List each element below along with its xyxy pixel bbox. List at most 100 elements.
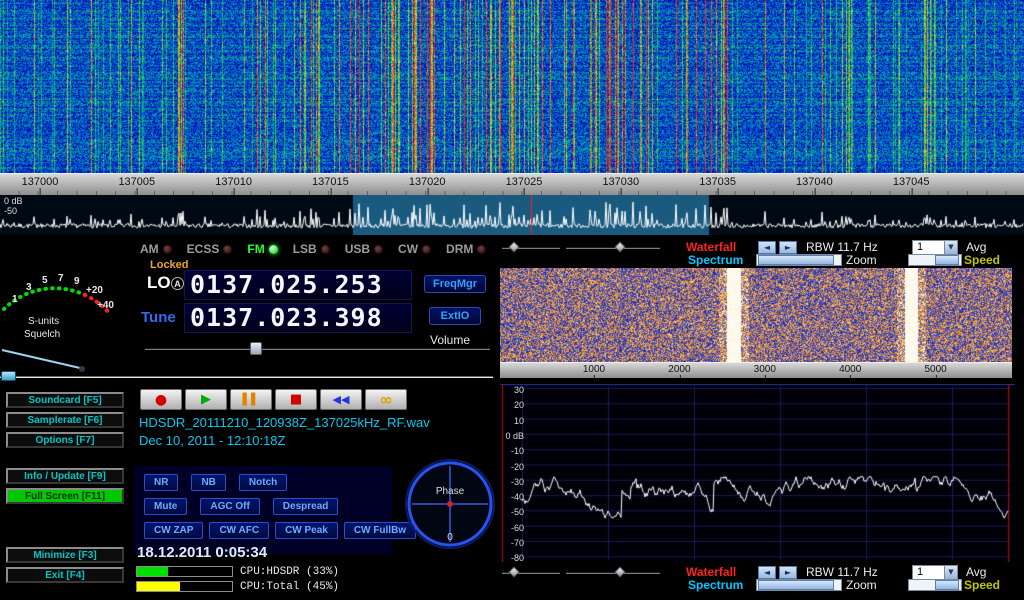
freqmgr-button[interactable]: FreqMgr — [424, 275, 486, 293]
mode-lsb-button[interactable]: LSB — [293, 242, 330, 256]
freq-tick-label: 137025 — [506, 176, 543, 188]
play-button[interactable]: ▶ — [185, 389, 227, 410]
freq-tick-label: 137035 — [699, 176, 736, 188]
brightness-slider-handle[interactable] — [508, 241, 519, 252]
phase-value: 0 — [447, 532, 453, 543]
brightness-slider-track[interactable] — [502, 571, 560, 574]
brightness-slider-track[interactable] — [502, 246, 560, 249]
avg-label: Avg — [966, 240, 986, 254]
stop-icon: ■ — [290, 393, 302, 406]
rbw-decrease-button[interactable]: ◄ — [758, 566, 776, 579]
speed-scrollbar-thumb[interactable] — [935, 580, 959, 590]
af-db-label: -50 — [500, 507, 524, 517]
zoom-scrollbar-thumb[interactable] — [758, 580, 834, 590]
volume-slider-track[interactable] — [145, 347, 490, 350]
mode-am-button[interactable]: AM — [140, 242, 172, 256]
datetime-display: 18.12.2011 0:05:34 — [137, 544, 267, 561]
cpu-total-label: CPU:Total (45%) — [238, 581, 341, 593]
avg-select-arrow-icon[interactable]: ▼ — [944, 241, 957, 254]
dsp-mute-button[interactable]: Mute — [144, 498, 187, 515]
loop-button[interactable]: ∞ — [365, 389, 407, 410]
speed-scrollbar[interactable] — [908, 579, 962, 591]
af-waterfall-display[interactable] — [500, 268, 1012, 362]
af-spectrum-display[interactable]: 3020100 dB-10-20-30-40-50-60-70-80 — [500, 384, 1015, 562]
pause-button[interactable]: ▌▌ — [230, 389, 272, 410]
avg-select[interactable]: 1▼ — [912, 240, 958, 255]
squelch-slider-handle[interactable] — [1, 371, 16, 381]
volume-slider-handle[interactable] — [250, 342, 262, 355]
minimize-button[interactable]: Minimize [F3] — [6, 547, 124, 563]
brightness-slider-handle[interactable] — [508, 566, 519, 577]
af-spectrum-canvas — [500, 384, 1015, 562]
rbw-increase-button[interactable]: ► — [779, 566, 797, 579]
dsp-notch-button[interactable]: Notch — [239, 474, 287, 491]
options-button[interactable]: Options [F7] — [6, 432, 124, 448]
s-meter-tick: 7 — [58, 273, 64, 284]
squelch-slider-track[interactable] — [0, 376, 493, 378]
rf-waterfall-display[interactable] — [0, 0, 1024, 173]
speed-scrollbar-thumb[interactable] — [935, 255, 959, 265]
dsp-nb-button[interactable]: NB — [191, 474, 225, 491]
samplerate-button[interactable]: Samplerate [F6] — [6, 412, 124, 428]
lo-lock-badge[interactable]: A — [171, 277, 184, 290]
stop-button[interactable]: ■ — [275, 389, 317, 410]
mode-drm-label: DRM — [446, 242, 473, 256]
cpu-hdsdr-fill — [137, 567, 168, 576]
mode-fm-button[interactable]: FM — [247, 242, 277, 256]
contrast-slider-track[interactable] — [566, 571, 660, 574]
s-meter-tick: 1 — [12, 294, 18, 305]
waterfall-label[interactable]: Waterfall — [686, 240, 736, 254]
exit-button[interactable]: Exit [F4] — [6, 567, 124, 583]
info-update-button[interactable]: Info / Update [F9] — [6, 468, 124, 484]
spectrum-label[interactable]: Spectrum — [688, 578, 743, 592]
af-frequency-scale[interactable]: 10002000300040005000 — [500, 362, 1012, 378]
lo-frequency-display[interactable]: 0137.025.253 — [184, 270, 412, 300]
avg-select-value: 1 — [917, 566, 923, 578]
soundcard-button[interactable]: Soundcard [F5] — [6, 392, 124, 408]
dsp-cw-afc-button[interactable]: CW AFC — [209, 522, 269, 539]
af-db-label: -30 — [500, 477, 524, 487]
contrast-slider-handle[interactable] — [614, 241, 625, 252]
mode-drm-button[interactable]: DRM — [446, 242, 486, 256]
mode-usb-button[interactable]: USB — [345, 242, 383, 256]
spectrum-label[interactable]: Spectrum — [688, 253, 743, 267]
af-display-controls-top: Waterfall ◄ ► RBW 11.7 Hz 1▼ Avg Spectru… — [500, 240, 1024, 268]
dsp-cw-peak-button[interactable]: CW Peak — [275, 522, 338, 539]
tune-label: Tune — [141, 309, 176, 326]
mode-ecss-led-icon — [223, 245, 232, 254]
avg-select-arrow-icon[interactable]: ▼ — [944, 566, 957, 579]
record-button[interactable]: ● — [140, 389, 182, 410]
af-db-label: -20 — [500, 462, 524, 472]
mode-fm-label: FM — [247, 242, 264, 256]
rbw-decrease-button[interactable]: ◄ — [758, 241, 776, 254]
rbw-increase-button[interactable]: ► — [779, 241, 797, 254]
record-icon: ● — [155, 393, 167, 407]
avg-select[interactable]: 1▼ — [912, 565, 958, 580]
playback-toolbar: ● ▶▌▌ ■ ◀◀∞ — [140, 389, 407, 410]
overview-spectrum[interactable]: 0 dB -50 — [0, 195, 1024, 235]
dsp-cw-zap-button[interactable]: CW ZAP — [144, 522, 203, 539]
overview-db-mid-label: -50 — [4, 206, 17, 216]
zoom-scrollbar[interactable] — [756, 579, 842, 591]
dsp-nr-button[interactable]: NR — [144, 474, 178, 491]
mode-ecss-button[interactable]: ECSS — [187, 242, 233, 256]
fullscreen-button[interactable]: Full Screen [F11] — [6, 488, 124, 504]
tune-frequency-display[interactable]: 0137.023.398 — [184, 303, 412, 333]
phase-center-dot — [448, 502, 453, 507]
dsp-despread-button[interactable]: Despread — [273, 498, 339, 515]
waterfall-label[interactable]: Waterfall — [686, 565, 736, 579]
mode-usb-label: USB — [345, 242, 370, 256]
contrast-slider-track[interactable] — [566, 246, 660, 249]
mode-cw-button[interactable]: CW — [398, 242, 431, 256]
mode-am-led-icon — [163, 245, 172, 254]
rf-frequency-scale[interactable]: 1370001370051370101370151370201370251370… — [0, 173, 1024, 195]
zoom-scrollbar[interactable] — [756, 254, 842, 266]
s-meter-tick: 9 — [74, 276, 80, 287]
contrast-slider-handle[interactable] — [614, 566, 625, 577]
function-button-column: Soundcard [F5] Samplerate [F6] Options [F7… — [6, 392, 124, 587]
extio-button[interactable]: ExtIO — [429, 307, 481, 325]
rewind-button[interactable]: ◀◀ — [320, 389, 362, 410]
speed-scrollbar[interactable] — [908, 254, 962, 266]
dsp-agc-off-button[interactable]: AGC Off — [200, 498, 259, 515]
zoom-scrollbar-thumb[interactable] — [758, 255, 834, 265]
